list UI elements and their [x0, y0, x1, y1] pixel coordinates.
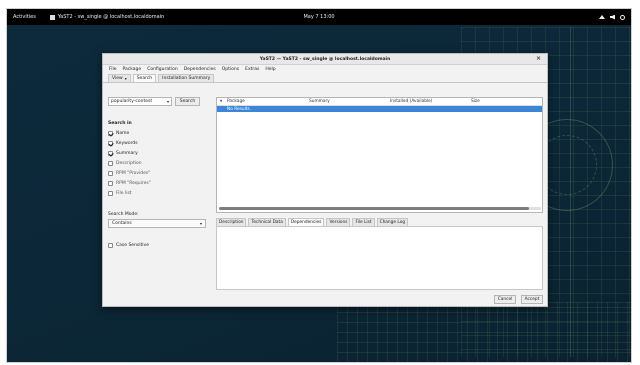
clock[interactable]: May 7 13:00 — [303, 14, 334, 20]
dialog-buttons: Cancel Accept — [494, 295, 543, 304]
chevron-down-icon: ▾ — [124, 76, 127, 81]
app-menu[interactable]: YaST2 - sw_single @ localhost.localdomai… — [49, 14, 165, 20]
checkbox-box[interactable] — [108, 180, 113, 186]
checkbox-description[interactable]: Description — [108, 158, 208, 168]
chevron-down-icon: ▾ — [199, 221, 202, 226]
horizontal-scrollbar[interactable] — [219, 207, 541, 210]
tab-file-list[interactable]: File List — [352, 218, 375, 226]
wallpaper-bottom-grid — [337, 302, 631, 362]
menu-dependencies[interactable]: Dependencies — [184, 67, 216, 72]
view-dropdown[interactable]: View ▾ — [108, 74, 131, 82]
tab-change-log[interactable]: Change Log — [376, 218, 409, 226]
app-icon — [49, 14, 55, 20]
column-summary[interactable]: Summary — [309, 99, 330, 104]
tab-dependencies[interactable]: Dependencies — [287, 218, 325, 226]
checkbox-label: Summary — [116, 150, 138, 156]
checkbox-rpm-requires[interactable]: RPM "Requires" — [108, 178, 208, 188]
checkbox-box[interactable] — [108, 150, 113, 156]
search-mode-select[interactable]: Contains ▾ — [108, 219, 206, 228]
top-bar: Activities YaST2 - sw_single @ localhost… — [7, 9, 631, 25]
desktop: Activities YaST2 - sw_single @ localhost… — [6, 8, 632, 363]
search-mode-value: Contains — [112, 221, 132, 226]
package-area: ▾ Package Summary Installed (Available) … — [216, 97, 543, 304]
column-installed[interactable]: Installed (Available) — [390, 99, 432, 104]
view-dropdown-label: View — [112, 76, 123, 81]
sort-icon[interactable]: ▾ — [220, 99, 222, 104]
menu-package[interactable]: Package — [123, 67, 142, 72]
table-header: ▾ Package Summary Installed (Available) … — [217, 98, 542, 106]
column-size[interactable]: Size — [471, 99, 480, 104]
table-row[interactable]: No Results. — [217, 106, 542, 112]
power-icon — [620, 14, 625, 20]
checkbox-keywords[interactable]: Keywords — [108, 138, 208, 148]
tab-versions[interactable]: Versions — [326, 218, 351, 226]
search-in-label: Search in — [108, 121, 132, 126]
yast-window: YaST2 — YaST2 - sw_single @ localhost.lo… — [102, 53, 548, 307]
close-icon[interactable]: × — [536, 55, 541, 62]
chevron-down-icon[interactable]: ▾ — [167, 99, 169, 104]
cancel-button[interactable]: Cancel — [494, 295, 516, 304]
activities-button[interactable]: Activities — [13, 14, 36, 20]
menu-configuration[interactable]: Configuration — [147, 67, 178, 72]
tab-description[interactable]: Description — [216, 218, 247, 226]
search-panel: popularity-contest ▾ Search Search in Na… — [108, 97, 208, 297]
network-icon — [599, 14, 605, 19]
volume-icon — [610, 14, 615, 20]
checkbox-label: Name — [116, 130, 130, 136]
checkbox-rpm-provides[interactable]: RPM "Provides" — [108, 168, 208, 178]
menu-bar: File Package Configuration Dependencies … — [103, 65, 547, 74]
checkbox-box[interactable] — [108, 170, 113, 176]
detail-tabs: Description Technical Data Dependencies … — [216, 218, 543, 227]
package-table[interactable]: ▾ Package Summary Installed (Available) … — [216, 97, 543, 213]
tab-search[interactable]: Search — [132, 74, 157, 82]
menu-help[interactable]: Help — [265, 67, 275, 72]
checkbox-label: Description — [116, 160, 142, 166]
checkbox-label: Keywords — [116, 140, 138, 146]
system-tray[interactable] — [599, 14, 625, 20]
checkbox-box[interactable] — [108, 130, 113, 136]
search-in-options: Name Keywords Summary Description RPM "P… — [108, 128, 208, 198]
window-title: YaST2 — YaST2 - sw_single @ localhost.lo… — [259, 56, 391, 62]
checkbox-box[interactable] — [108, 160, 113, 166]
window-titlebar[interactable]: YaST2 — YaST2 - sw_single @ localhost.lo… — [103, 54, 547, 65]
menu-options[interactable]: Options — [222, 67, 239, 72]
checkbox-label: RPM "Requires" — [116, 180, 151, 186]
tab-installation-summary[interactable]: Installation Summary — [158, 74, 215, 82]
column-package[interactable]: Package — [227, 99, 245, 104]
detail-pane[interactable] — [216, 227, 543, 290]
checkbox-file-list[interactable]: File list — [108, 188, 208, 198]
table-row-label: No Results. — [227, 106, 252, 112]
checkbox-label: RPM "Provides" — [116, 170, 151, 176]
checkbox-box[interactable] — [108, 242, 113, 248]
menu-file[interactable]: File — [109, 67, 117, 72]
scrollbar-thumb[interactable] — [219, 207, 529, 210]
search-row: popularity-contest ▾ Search — [108, 97, 208, 106]
search-button[interactable]: Search — [175, 97, 200, 106]
tab-technical-data[interactable]: Technical Data — [248, 218, 286, 226]
menu-extras[interactable]: Extras — [245, 67, 259, 72]
checkbox-summary[interactable]: Summary — [108, 148, 208, 158]
search-mode-label: Search Mode: — [108, 212, 139, 217]
checkbox-label: File list — [116, 190, 132, 196]
checkbox-case-sensitive[interactable]: Case Sensitive — [108, 240, 208, 250]
accept-button[interactable]: Accept — [521, 295, 543, 304]
checkbox-name[interactable]: Name — [108, 128, 208, 138]
app-menu-label: YaST2 - sw_single @ localhost.localdomai… — [57, 14, 165, 20]
search-input-value: popularity-contest — [111, 99, 153, 104]
search-input[interactable]: popularity-contest ▾ — [108, 97, 172, 106]
view-tabs: View ▾ Search Installation Summary — [103, 74, 547, 83]
checkbox-label: Case Sensitive — [116, 242, 149, 248]
checkbox-box[interactable] — [108, 140, 113, 146]
checkbox-box[interactable] — [108, 190, 113, 196]
